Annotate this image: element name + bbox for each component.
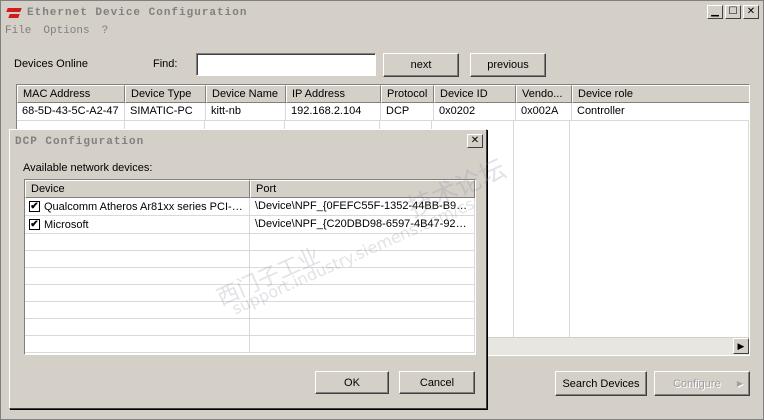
cell-protocol: DCP: [381, 103, 434, 120]
scroll-right-button[interactable]: ▶: [733, 338, 749, 354]
cell-ip-address: 192.168.2.104: [286, 103, 381, 120]
col-vendor[interactable]: Vendo...: [516, 85, 572, 103]
col-ip-address[interactable]: IP Address: [286, 85, 381, 103]
device-checkbox[interactable]: ✔: [29, 201, 40, 212]
devices-table-header: MAC Address Device Type Device Name IP A…: [17, 85, 749, 103]
siemens-app-icon: [6, 6, 23, 20]
window-title: Ethernet Device Configuration: [27, 7, 248, 19]
empty-row: [25, 285, 475, 302]
empty-row: [25, 251, 475, 268]
ok-button[interactable]: OK: [315, 371, 389, 394]
find-input[interactable]: [196, 53, 376, 76]
device-name: Microsoft: [44, 218, 89, 231]
col-device-role[interactable]: Device role: [572, 85, 749, 103]
network-devices-table[interactable]: Device Port ✔ Qualcomm Atheros Ar81xx se…: [24, 179, 476, 355]
minimize-icon: ▁: [711, 6, 719, 17]
search-devices-button[interactable]: Search Devices: [555, 371, 647, 396]
cell-vendor: 0x002A: [516, 103, 572, 120]
cancel-button[interactable]: Cancel: [399, 371, 475, 394]
network-devices-header: Device Port: [25, 180, 475, 198]
close-icon: ✕: [470, 135, 480, 146]
empty-row: [25, 234, 475, 251]
table-row[interactable]: ✔ Qualcomm Atheros Ar81xx series PCI-E..…: [25, 198, 475, 216]
menu-bar: File Options ?: [5, 25, 108, 37]
col-device-id[interactable]: Device ID: [434, 85, 516, 103]
dcp-configuration-dialog: DCP Configuration ✕ Available network de…: [9, 129, 487, 409]
empty-row: [25, 336, 475, 353]
col-mac-address[interactable]: MAC Address: [17, 85, 125, 103]
cell-device-role: Controller: [572, 103, 749, 120]
maximize-button[interactable]: ☐: [725, 5, 741, 19]
arrow-right-icon: ▶: [737, 340, 745, 351]
title-bar: Ethernet Device Configuration ▁ ☐ ✕: [3, 3, 761, 23]
col-protocol[interactable]: Protocol: [381, 85, 434, 103]
col-port[interactable]: Port: [250, 180, 475, 198]
available-devices-label: Available network devices:: [23, 162, 153, 174]
menu-help[interactable]: ?: [102, 25, 109, 37]
find-label: Find:: [153, 58, 178, 70]
cell-device-name: kitt-nb: [206, 103, 286, 120]
table-row[interactable]: 68-5D-43-5C-A2-47 SIMATIC-PC kitt-nb 192…: [17, 103, 749, 121]
minimize-button[interactable]: ▁: [707, 5, 723, 19]
close-icon: ✕: [746, 6, 756, 17]
cell-device: ✔ Qualcomm Atheros Ar81xx series PCI-E..…: [25, 198, 250, 215]
chevron-right-icon: ▶: [736, 379, 743, 388]
configure-button[interactable]: Configure ▶: [654, 371, 750, 396]
maximize-icon: ☐: [728, 6, 738, 17]
table-row[interactable]: ✔ Microsoft \Device\NPF_{C20DBD98-6597-4…: [25, 216, 475, 234]
menu-options[interactable]: Options: [43, 25, 89, 37]
dialog-title: DCP Configuration: [15, 136, 145, 148]
devices-online-label: Devices Online: [14, 58, 88, 70]
cell-port: \Device\NPF_{0FEFC55F-1352-44BB-B98...: [250, 198, 475, 215]
col-device-type[interactable]: Device Type: [125, 85, 206, 103]
main-window: Ethernet Device Configuration ▁ ☐ ✕ File…: [0, 0, 764, 420]
empty-row: [25, 319, 475, 336]
col-device[interactable]: Device: [25, 180, 250, 198]
device-name: Qualcomm Atheros Ar81xx series PCI-E...: [44, 200, 244, 213]
close-button[interactable]: ✕: [743, 5, 759, 19]
cell-device-type: SIMATIC-PC: [125, 103, 206, 120]
menu-file[interactable]: File: [5, 25, 31, 37]
cell-device: ✔ Microsoft: [25, 216, 250, 233]
col-device-name[interactable]: Device Name: [206, 85, 286, 103]
dialog-close-button[interactable]: ✕: [467, 134, 483, 148]
cell-port: \Device\NPF_{C20DBD98-6597-4B47-929...: [250, 216, 475, 233]
cell-device-id: 0x0202: [434, 103, 516, 120]
previous-button[interactable]: previous: [470, 53, 546, 77]
dialog-title-bar: DCP Configuration ✕: [13, 133, 483, 151]
next-button[interactable]: next: [383, 53, 459, 77]
device-checkbox[interactable]: ✔: [29, 219, 40, 230]
configure-label: Configure: [673, 377, 721, 390]
empty-row: [25, 268, 475, 285]
empty-row: [25, 302, 475, 319]
cell-mac: 68-5D-43-5C-A2-47: [17, 103, 125, 120]
